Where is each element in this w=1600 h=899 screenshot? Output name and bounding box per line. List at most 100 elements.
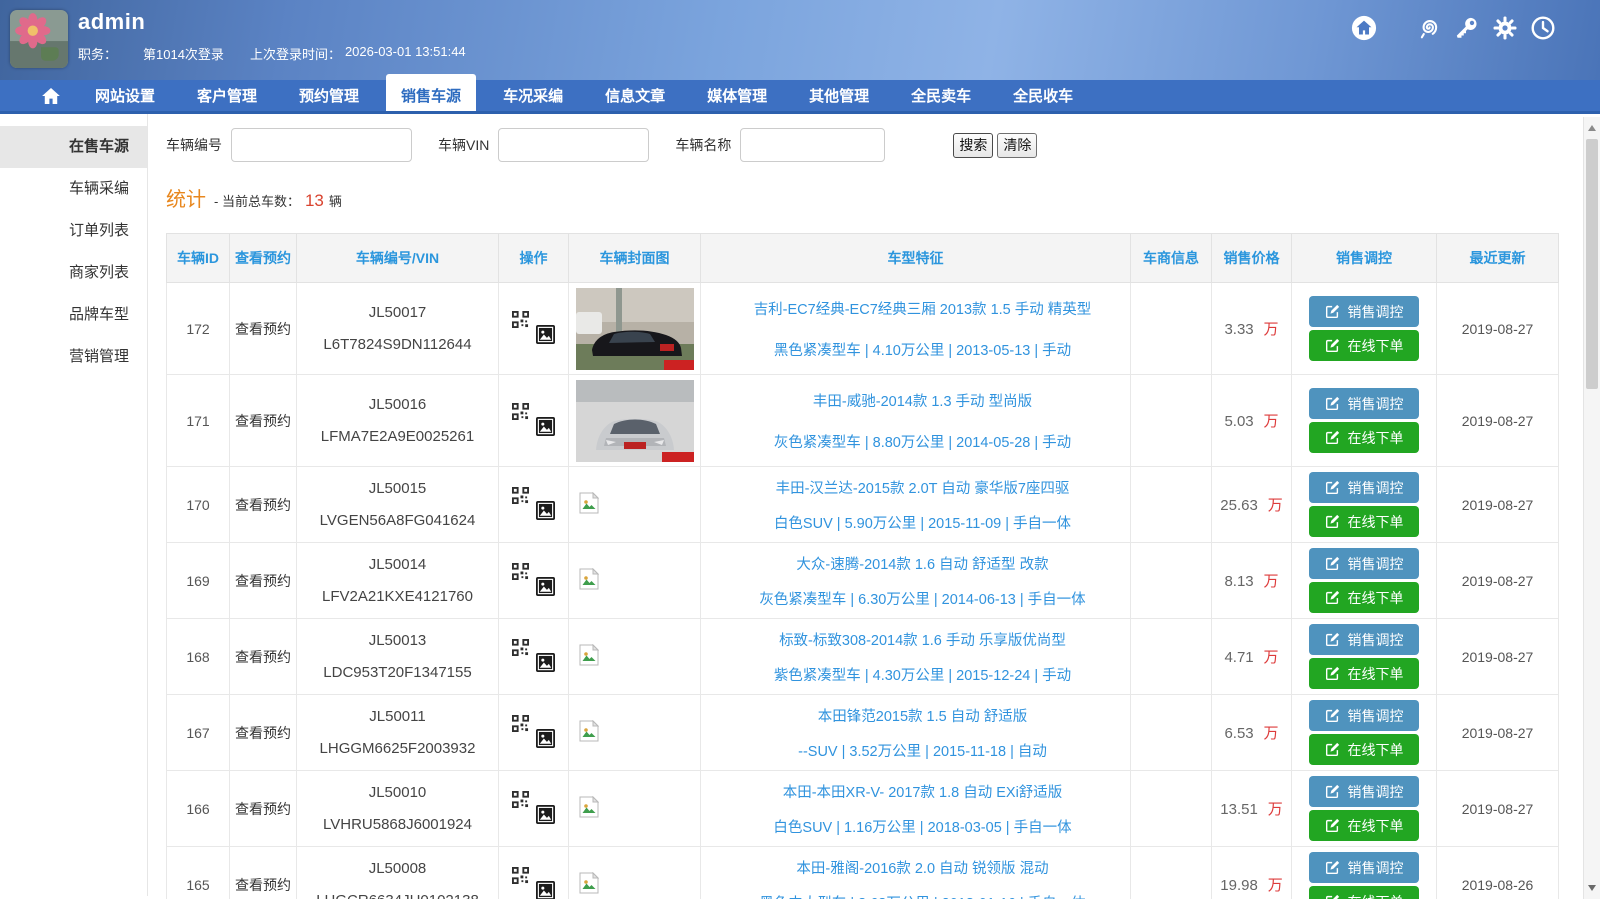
nav-tab-8[interactable]: 全民卖车	[896, 80, 986, 111]
stats-label: - 当前总车数：	[214, 191, 300, 210]
online-order-button[interactable]: 在线下单	[1309, 422, 1419, 453]
view-booking-link[interactable]: 查看预约	[235, 801, 291, 817]
online-order-button[interactable]: 在线下单	[1309, 734, 1419, 765]
view-booking-link[interactable]: 查看预约	[235, 877, 291, 893]
column-header: 车辆封面图	[569, 234, 701, 283]
qrcode-icon[interactable]	[512, 715, 529, 735]
car-title-link[interactable]: 吉利-EC7经典-EC7经典三厢 2013款 1.5 手动 精英型	[715, 298, 1130, 319]
car-title-link[interactable]: 本田-本田XR-V- 2017款 1.8 自动 EXi舒适版	[715, 781, 1130, 802]
car-code: JL50014	[297, 556, 498, 573]
nav-tab-7[interactable]: 其他管理	[794, 80, 884, 111]
qrcode-icon[interactable]	[512, 311, 529, 331]
edit-icon	[1325, 514, 1340, 529]
online-order-button[interactable]: 在线下单	[1309, 886, 1419, 899]
car-title-link[interactable]: 标致-标致308-2014款 1.6 手动 乐享版优尚型	[715, 629, 1130, 650]
qrcode-icon[interactable]	[512, 403, 529, 423]
view-booking-link[interactable]: 查看预约	[235, 497, 291, 513]
price-unit: 万	[1268, 801, 1283, 818]
online-order-button[interactable]: 在线下单	[1309, 330, 1419, 361]
search-button[interactable]: 搜索	[953, 133, 993, 158]
edit-icon	[1325, 894, 1340, 899]
vehicle-name-label: 车辆名称	[675, 135, 731, 155]
nav-tabs: 网站设置客户管理预约管理销售车源车况采编信息文章媒体管理其他管理全民卖车全民收车	[74, 80, 1094, 111]
car-title-link[interactable]: 丰田-威驰-2014款 1.3 手动 型尚版	[715, 390, 1130, 411]
qrcode-icon[interactable]	[512, 563, 529, 583]
online-order-button[interactable]: 在线下单	[1309, 658, 1419, 689]
car-id: 170	[167, 467, 230, 543]
qrcode-icon[interactable]	[512, 487, 529, 507]
table-row: 172 查看预约 JL50017 L6T7824S9DN112644	[167, 283, 1559, 375]
broken-image-icon	[579, 644, 599, 669]
qrcode-icon[interactable]	[512, 791, 529, 811]
sales-control-button[interactable]: 销售调控	[1309, 776, 1419, 807]
sales-control-button[interactable]: 销售调控	[1309, 548, 1419, 579]
nav-tab-5[interactable]: 信息文章	[590, 80, 680, 111]
sales-control-button[interactable]: 销售调控	[1309, 388, 1419, 419]
car-title-link[interactable]: 本田锋范2015款 1.5 自动 舒适版	[715, 705, 1130, 726]
sales-control-button[interactable]: 销售调控	[1309, 700, 1419, 731]
photo-icon[interactable]	[536, 577, 555, 599]
sales-control-button[interactable]: 销售调控	[1309, 624, 1419, 655]
car-title-link[interactable]: 本田-雅阁-2016款 2.0 自动 锐领版 混动	[715, 857, 1130, 878]
car-code: JL50017	[297, 304, 498, 321]
sidebar-item-2[interactable]: 订单列表	[0, 210, 147, 252]
photo-icon[interactable]	[536, 805, 555, 827]
car-title-link[interactable]: 丰田-汉兰达-2015款 2.0T 自动 豪华版7座四驱	[715, 477, 1130, 498]
nav-tab-2[interactable]: 预约管理	[284, 80, 374, 111]
price-unit: 万	[1264, 573, 1279, 590]
photo-icon[interactable]	[536, 417, 555, 439]
nav-tab-4[interactable]: 车况采编	[488, 80, 578, 111]
sidebar: 在售车源车辆采编订单列表商家列表品牌车型营销管理	[0, 114, 148, 896]
view-booking-link[interactable]: 查看预约	[235, 413, 291, 429]
vehicle-vin-input[interactable]	[498, 128, 649, 162]
login-count: 第1014次登录	[143, 44, 224, 63]
nav-tab-3[interactable]: 销售车源	[386, 74, 476, 111]
photo-icon[interactable]	[536, 501, 555, 523]
qrcode-icon[interactable]	[512, 639, 529, 659]
main-content: 车辆编号 车辆VIN 车辆名称 搜索 清除 统计 - 当前总车数： 13 辆	[148, 114, 1600, 896]
scroll-down-arrow[interactable]	[1588, 885, 1596, 891]
photo-icon[interactable]	[536, 729, 555, 751]
nav-tab-1[interactable]: 客户管理	[182, 80, 272, 111]
online-order-button[interactable]: 在线下单	[1309, 810, 1419, 841]
view-booking-link[interactable]: 查看预约	[235, 573, 291, 589]
vertical-scrollbar[interactable]	[1583, 117, 1600, 899]
nav-tab-6[interactable]: 媒体管理	[692, 80, 782, 111]
sales-control-button[interactable]: 销售调控	[1309, 852, 1419, 883]
column-header: 销售价格	[1212, 234, 1292, 283]
online-order-button[interactable]: 在线下单	[1309, 506, 1419, 537]
online-order-button[interactable]: 在线下单	[1309, 582, 1419, 613]
qrcode-icon[interactable]	[512, 867, 529, 887]
home-icon[interactable]	[1350, 14, 1377, 41]
vehicle-code-input[interactable]	[231, 128, 412, 162]
photo-icon[interactable]	[536, 881, 555, 899]
photo-icon[interactable]	[536, 325, 555, 347]
clear-button[interactable]: 清除	[997, 133, 1037, 158]
online-order-label: 在线下单	[1348, 428, 1404, 448]
nav-tab-9[interactable]: 全民收车	[998, 80, 1088, 111]
price-unit: 万	[1268, 877, 1283, 894]
sales-control-button[interactable]: 销售调控	[1309, 472, 1419, 503]
sidebar-item-5[interactable]: 营销管理	[0, 336, 147, 378]
view-booking-link[interactable]: 查看预约	[235, 649, 291, 665]
photo-icon[interactable]	[536, 653, 555, 675]
sidebar-item-4[interactable]: 品牌车型	[0, 294, 147, 336]
online-order-label: 在线下单	[1348, 740, 1404, 760]
sales-control-button[interactable]: 销售调控	[1309, 296, 1419, 327]
view-booking-link[interactable]: 查看预约	[235, 321, 291, 337]
clock-icon[interactable]	[1529, 14, 1556, 41]
sidebar-item-3[interactable]: 商家列表	[0, 252, 147, 294]
car-photo	[576, 380, 694, 462]
nav-tab-0[interactable]: 网站设置	[80, 80, 170, 111]
nav-home-icon[interactable]	[36, 80, 74, 111]
spiral-icon[interactable]	[1415, 14, 1442, 41]
scroll-up-arrow[interactable]	[1588, 125, 1596, 131]
vehicle-name-input[interactable]	[740, 128, 885, 162]
sidebar-item-0[interactable]: 在售车源	[0, 126, 147, 168]
scrollbar-thumb[interactable]	[1586, 139, 1598, 389]
sidebar-item-1[interactable]: 车辆采编	[0, 168, 147, 210]
key-icon[interactable]	[1453, 14, 1480, 41]
car-title-link[interactable]: 大众-速腾-2014款 1.6 自动 舒适型 改款	[715, 553, 1130, 574]
view-booking-link[interactable]: 查看预约	[235, 725, 291, 741]
gear-icon[interactable]	[1491, 14, 1518, 41]
